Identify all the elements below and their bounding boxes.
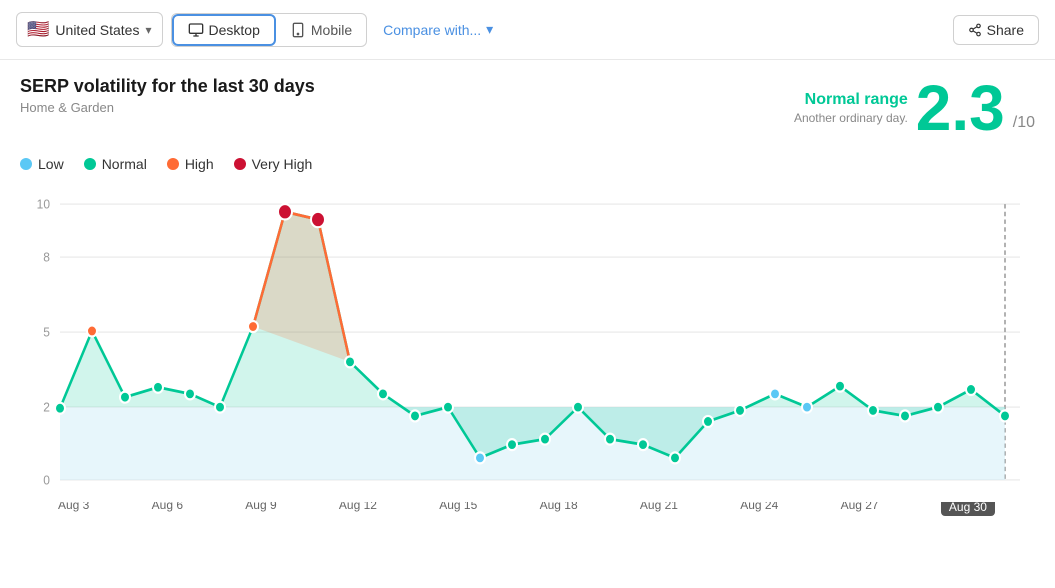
share-label: Share [987,22,1024,38]
svg-text:10: 10 [37,197,50,212]
legend-item-very-high: Very High [234,156,313,172]
mobile-icon [290,22,306,38]
chart-legend: Low Normal High Very High [20,144,1035,178]
country-flag: 🇺🇸 [27,19,49,40]
compare-label: Compare with... [383,22,481,38]
score-denom: /10 [1013,114,1035,140]
high-dot [167,158,179,170]
content-area: SERP volatility for the last 30 days Hom… [0,60,1055,516]
score-text-block: Normal range Another ordinary day. [794,91,908,125]
legend-item-low: Low [20,156,64,172]
legend-label-very-high: Very High [252,156,313,172]
chevron-compare-icon: ▾ [486,21,493,38]
score-value: 2.3 [916,76,1005,140]
low-dot [20,158,32,170]
very-high-dot [234,158,246,170]
legend-item-high: High [167,156,214,172]
share-icon [968,23,982,37]
volatility-chart: 10 8 5 2 0 [20,182,1035,502]
svg-text:0: 0 [43,473,50,488]
legend-label-high: High [185,156,214,172]
chart-area: 10 8 5 2 0 [20,182,1035,502]
device-group: Desktop Mobile [171,13,368,47]
page-subtitle: Home & Garden [20,100,315,115]
country-selector[interactable]: 🇺🇸 United States ▾ [16,12,163,47]
legend-label-normal: Normal [102,156,147,172]
legend-item-normal: Normal [84,156,147,172]
desktop-button[interactable]: Desktop [172,14,276,46]
compare-button[interactable]: Compare with... ▾ [383,21,493,38]
legend-label-low: Low [38,156,64,172]
title-block: SERP volatility for the last 30 days Hom… [20,76,315,115]
score-label: Normal range [794,91,908,109]
share-button[interactable]: Share [953,15,1039,45]
svg-text:2: 2 [43,400,50,415]
mobile-button[interactable]: Mobile [276,16,366,44]
top-bar: 🇺🇸 United States ▾ Desktop Mobile Compar… [0,0,1055,60]
page-title: SERP volatility for the last 30 days [20,76,315,97]
svg-text:8: 8 [43,250,50,265]
desktop-icon [188,22,204,38]
score-area: Normal range Another ordinary day. 2.3 /… [794,76,1035,140]
normal-dot [84,158,96,170]
svg-text:5: 5 [43,325,50,340]
header-row: SERP volatility for the last 30 days Hom… [20,76,1035,140]
country-label: United States [55,22,139,38]
chevron-down-icon: ▾ [145,23,151,37]
score-desc: Another ordinary day. [794,111,908,125]
